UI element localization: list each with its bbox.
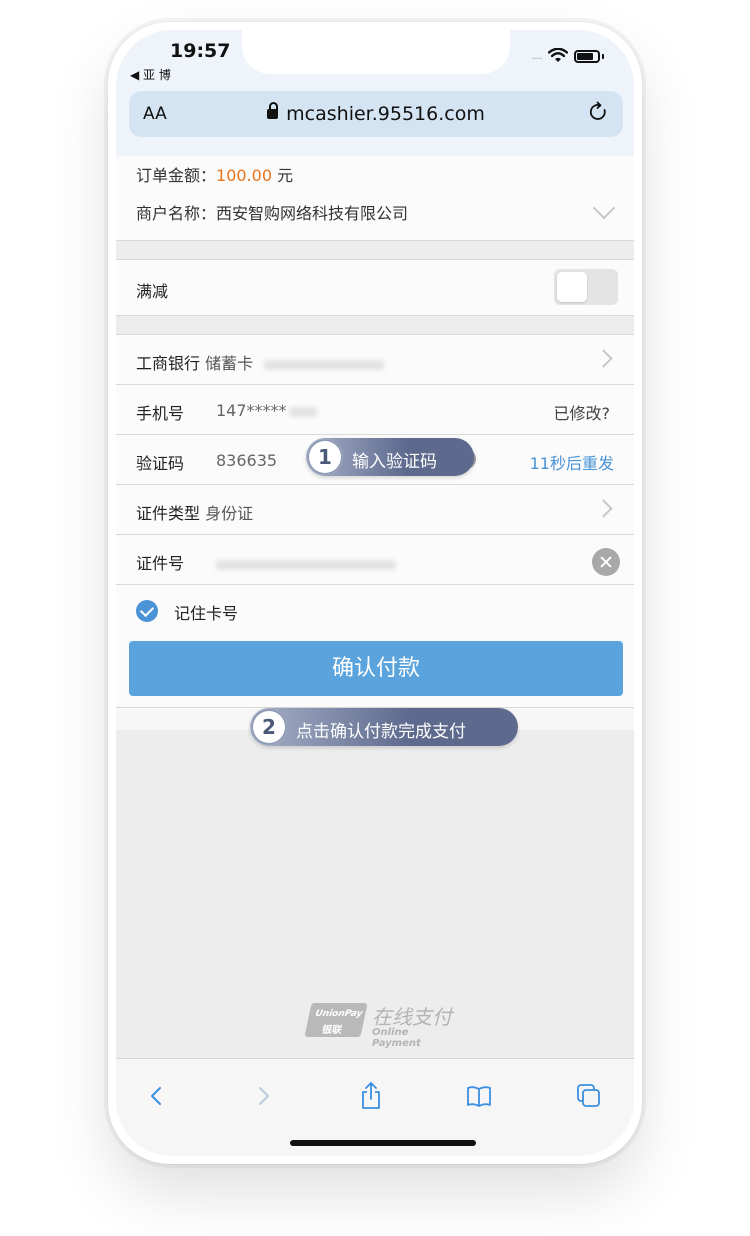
remember-card-row[interactable]: 记住卡号 (116, 585, 634, 637)
share-icon[interactable] (356, 1081, 386, 1111)
phone-value: 147***** (216, 401, 317, 420)
chevron-right-icon (594, 499, 613, 518)
notch (242, 30, 510, 74)
card-type: 储蓄卡 (205, 354, 254, 373)
remember-card-label: 记住卡号 (174, 604, 239, 623)
order-amount-unit: 元 (272, 166, 294, 185)
signal-icon: ..... (531, 50, 543, 62)
masked-phone (288, 406, 317, 417)
section-gap (116, 316, 634, 335)
callout-text: 点击确认付款完成支付 (296, 722, 466, 742)
order-amount-label: 订单金额： (136, 166, 217, 185)
bank-name: 工商银行 (136, 354, 201, 373)
expand-chevron-icon[interactable] (592, 196, 616, 220)
logo-box-top: UnionPay (314, 1009, 364, 1019)
phone-screen: 19:57 ◀ 亚 博 ..... AA mcashier.95516.com (116, 30, 634, 1156)
order-amount-value: 100.00 (216, 166, 272, 185)
checkbox-checked-icon[interactable] (136, 600, 158, 622)
battery-tip (602, 53, 604, 59)
wifi-icon (548, 48, 568, 62)
resend-code-link[interactable]: 11秒后重发 (530, 450, 614, 474)
callout-text: 输入验证码 (352, 452, 437, 472)
clear-id-icon[interactable] (592, 548, 620, 576)
masked-card-number (264, 359, 385, 370)
unionpay-mark: UnionPay 银联 (304, 1003, 368, 1037)
modify-phone-link[interactable]: 已修改? (554, 400, 611, 424)
lock-icon (267, 102, 279, 119)
payment-form: 订单金额：100.00 元 商户名称：西安智购网络科技有限公司 满减 工商银行 … (116, 156, 634, 708)
section-gap (116, 241, 634, 260)
phone-frame: 19:57 ◀ 亚 博 ..... AA mcashier.95516.com (108, 22, 642, 1164)
id-number-label: 证件号 (136, 554, 185, 573)
callout-confirm-pay: 2 点击确认付款完成支付 (250, 708, 518, 746)
discount-label: 满减 (136, 282, 169, 301)
id-type-label: 证件类型 身份证 (136, 500, 253, 524)
merchant-label: 商户名称： (136, 204, 217, 223)
code-label: 验证码 (136, 454, 185, 473)
discount-row: 满减 (116, 260, 634, 316)
reload-icon[interactable] (587, 101, 609, 123)
id-number-input[interactable] (216, 554, 396, 573)
bookmarks-icon[interactable] (464, 1081, 494, 1111)
phone-number: 147***** (216, 401, 287, 420)
pay-button-area: 确认付款 (116, 637, 634, 708)
callout-number: 1 (307, 439, 343, 475)
order-amount: 订单金额：100.00 元 (136, 162, 293, 186)
back-to-app-link[interactable]: ◀ 亚 博 (130, 66, 171, 83)
unionpay-logo: UnionPay 银联 在线支付 Online Payment (304, 1003, 458, 1049)
url-text: mcashier.95516.com (286, 103, 485, 125)
id-type-row[interactable]: 证件类型 身份证 (116, 485, 634, 535)
order-summary: 订单金额：100.00 元 商户名称：西安智购网络科技有限公司 (116, 156, 634, 241)
id-type-label-text: 证件类型 (136, 504, 201, 523)
url-display[interactable]: mcashier.95516.com (129, 102, 623, 125)
phone-row: 手机号 147***** 已修改? (116, 385, 634, 435)
logo-title: 在线支付 (372, 1005, 452, 1029)
callout-number: 2 (251, 709, 287, 745)
discount-toggle[interactable] (554, 269, 618, 305)
browser-header: 19:57 ◀ 亚 博 ..... AA mcashier.95516.com (116, 30, 634, 156)
id-number-row: 证件号 (116, 535, 634, 585)
merchant-name: 商户名称：西安智购网络科技有限公司 (136, 200, 408, 224)
status-icons: ..... (531, 48, 604, 64)
id-type-value: 身份证 (205, 504, 254, 523)
home-indicator[interactable] (290, 1140, 476, 1146)
status-time: 19:57 (170, 40, 231, 62)
logo-box-bottom: 银联 (320, 1025, 343, 1036)
masked-id-number (216, 559, 396, 570)
phone-label: 手机号 (136, 404, 185, 423)
toggle-knob (557, 272, 587, 302)
battery-icon (574, 49, 600, 63)
merchant-value: 西安智购网络科技有限公司 (216, 204, 409, 223)
forward-icon[interactable] (248, 1081, 278, 1111)
logo-subtitle: Online Payment (372, 1027, 421, 1049)
back-icon[interactable] (142, 1081, 172, 1111)
callout-enter-code: 1 输入验证码 (306, 438, 474, 476)
tabs-icon[interactable] (574, 1081, 604, 1111)
code-input[interactable]: 836635 (216, 451, 277, 470)
address-bar[interactable]: AA mcashier.95516.com (129, 91, 623, 137)
chevron-right-icon (594, 349, 613, 368)
bank-card-row[interactable]: 工商银行 储蓄卡 (116, 335, 634, 385)
confirm-pay-button[interactable]: 确认付款 (129, 641, 623, 696)
bank-card-label: 工商银行 储蓄卡 (136, 350, 385, 374)
